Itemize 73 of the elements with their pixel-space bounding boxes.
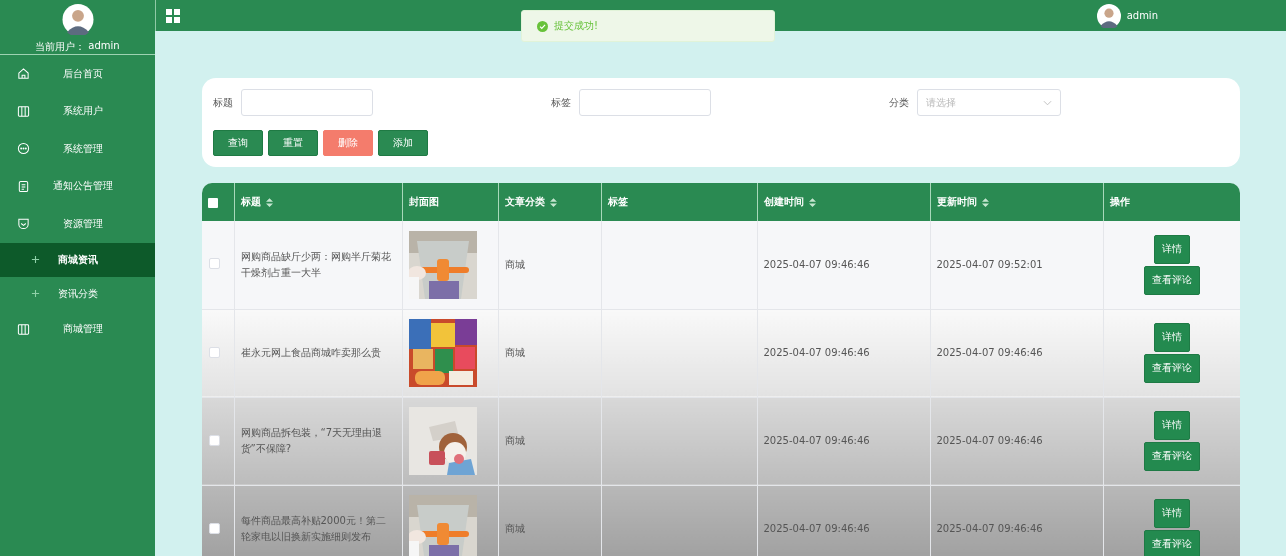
- plus-icon: [31, 289, 40, 298]
- plus-icon: [31, 255, 40, 264]
- action-button[interactable]: 重置: [268, 130, 318, 156]
- details-button[interactable]: 详情: [1153, 234, 1190, 264]
- row-checkbox[interactable]: [209, 346, 220, 358]
- table-cell: 2025-04-07 09:52:01: [936, 258, 1043, 270]
- sort-icon[interactable]: [265, 197, 273, 207]
- column-header: 标签: [607, 196, 628, 207]
- sort-icon[interactable]: [549, 197, 557, 207]
- nav-item[interactable]: 商城管理: [0, 310, 155, 348]
- table-cell: 网购商品缺斤少两：网购半斤菊花干燥剂占重一大半: [240, 250, 391, 278]
- field-label: 分类: [889, 95, 909, 110]
- avatar-icon: [60, 4, 95, 35]
- column-header[interactable]: 创建时间: [763, 196, 804, 207]
- comments-button[interactable]: 查看评论: [1143, 442, 1200, 471]
- nav-item[interactable]: 系统管理: [0, 130, 155, 168]
- column-header[interactable]: 标题: [240, 196, 261, 207]
- avatar-icon[interactable]: [1096, 3, 1121, 28]
- user-name: admin: [88, 40, 120, 53]
- column-header[interactable]: 更新时间: [936, 196, 977, 207]
- table-cell: 商城: [504, 347, 525, 358]
- column-header[interactable]: 文章分类: [504, 196, 545, 207]
- home-icon: [17, 67, 30, 81]
- row-checkbox[interactable]: [209, 434, 220, 446]
- table-cell: 商城: [504, 523, 525, 534]
- column-header: 操作: [1109, 196, 1130, 207]
- check-circle-icon: [537, 20, 548, 32]
- table-cell: 2025-04-07 09:46:46: [763, 435, 870, 446]
- action-button[interactable]: 查询: [213, 130, 263, 156]
- nav-item[interactable]: 后台首页: [0, 55, 155, 93]
- row-checkbox[interactable]: [209, 522, 220, 534]
- select-all-checkbox[interactable]: [208, 197, 218, 208]
- user-name[interactable]: admin: [1126, 10, 1158, 21]
- table-cell: 2025-04-07 09:46:46: [936, 347, 1043, 358]
- table-cell: 崔永元网上食品商城咋卖那么贵: [240, 347, 381, 358]
- details-button[interactable]: 详情: [1153, 323, 1190, 352]
- table-cell: 商城: [504, 258, 525, 270]
- table-cell: 2025-04-07 09:46:46: [936, 435, 1043, 446]
- chat-icon: [17, 142, 30, 156]
- details-button[interactable]: 详情: [1153, 411, 1190, 440]
- row-checkbox[interactable]: [209, 258, 220, 270]
- toast-message: 提交成功!: [554, 19, 598, 33]
- table-cell: 2025-04-07 09:46:46: [763, 523, 870, 534]
- nav-subitem[interactable]: 商城资讯: [0, 242, 155, 277]
- sort-icon[interactable]: [981, 197, 989, 207]
- table-cell: 商城: [504, 435, 525, 446]
- nav-item[interactable]: 通知公告管理: [0, 167, 155, 205]
- sort-icon[interactable]: [808, 197, 816, 207]
- comments-button[interactable]: 查看评论: [1143, 354, 1200, 383]
- field-label: 标签: [551, 95, 571, 110]
- column-header: 封面图: [408, 196, 439, 207]
- table-cell: 2025-04-07 09:46:46: [763, 347, 870, 358]
- delete-button[interactable]: 删除: [323, 130, 373, 156]
- shield-icon: [17, 217, 30, 231]
- details-button[interactable]: 详情: [1153, 499, 1190, 528]
- user-label: 当前用户：: [35, 40, 86, 54]
- nav-subitem[interactable]: 资讯分类: [0, 276, 155, 311]
- comments-button[interactable]: 查看评论: [1143, 530, 1200, 556]
- text-field[interactable]: [579, 89, 711, 116]
- nav-item[interactable]: 系统用户: [0, 92, 155, 130]
- grid-icon[interactable]: [166, 8, 180, 23]
- columns-icon: [17, 104, 30, 118]
- document-icon: [17, 179, 30, 193]
- columns-icon: [17, 322, 30, 336]
- field-label: 标题: [213, 95, 233, 110]
- comments-button[interactable]: 查看评论: [1143, 265, 1200, 295]
- text-field[interactable]: [241, 89, 373, 116]
- nav-item[interactable]: 资源管理: [0, 205, 155, 243]
- table-cell: 2025-04-07 09:46:46: [936, 523, 1043, 534]
- table-cell: 网购商品拆包装，“7天无理由退货”不保障?: [240, 427, 383, 454]
- action-button[interactable]: 添加: [378, 130, 428, 156]
- chevron-down-icon: [1043, 99, 1052, 106]
- table-cell: 2025-04-07 09:46:46: [763, 258, 870, 270]
